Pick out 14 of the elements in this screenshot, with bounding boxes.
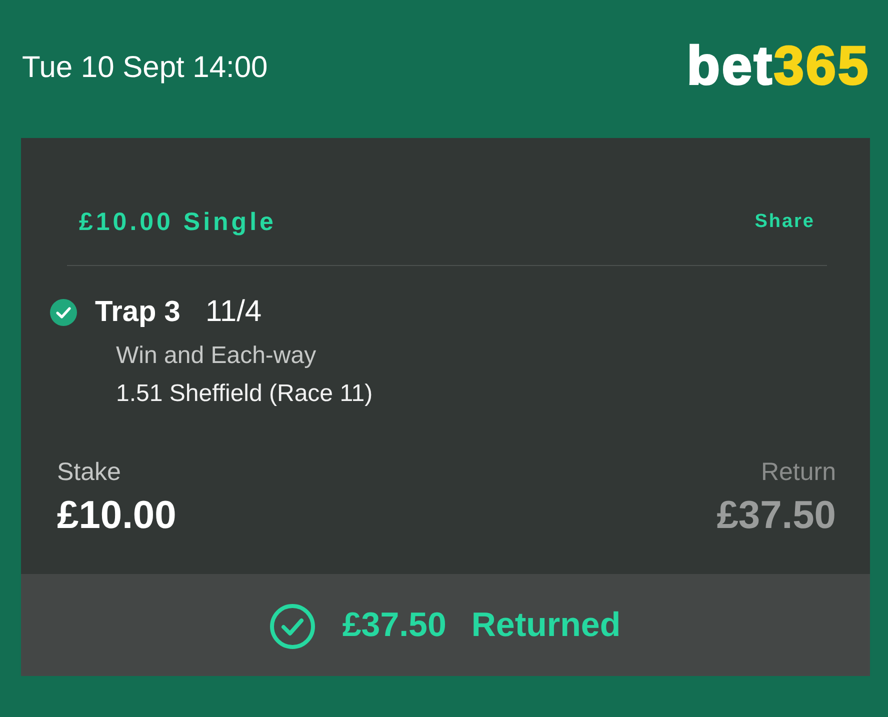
returned-status: Returned	[471, 605, 621, 645]
return-value: £37.50	[716, 494, 836, 538]
return-label: Return	[760, 457, 836, 487]
market-text: Win and Each-way	[116, 341, 316, 371]
stake-value: £10.00	[57, 494, 176, 538]
bet-title: £10.00 Single	[79, 208, 276, 236]
selection-name: Trap 3	[95, 295, 180, 329]
stake-label: Stake	[57, 457, 121, 487]
returned-amount: £37.50	[342, 605, 446, 645]
brand-logo: bet365	[686, 38, 870, 94]
share-link[interactable]: Share	[754, 210, 815, 234]
selection-odds: 11/4	[205, 295, 262, 329]
date-time: Tue 10 Sept 14:00	[22, 50, 268, 86]
event-text: 1.51 Sheffield (Race 11)	[116, 379, 373, 409]
